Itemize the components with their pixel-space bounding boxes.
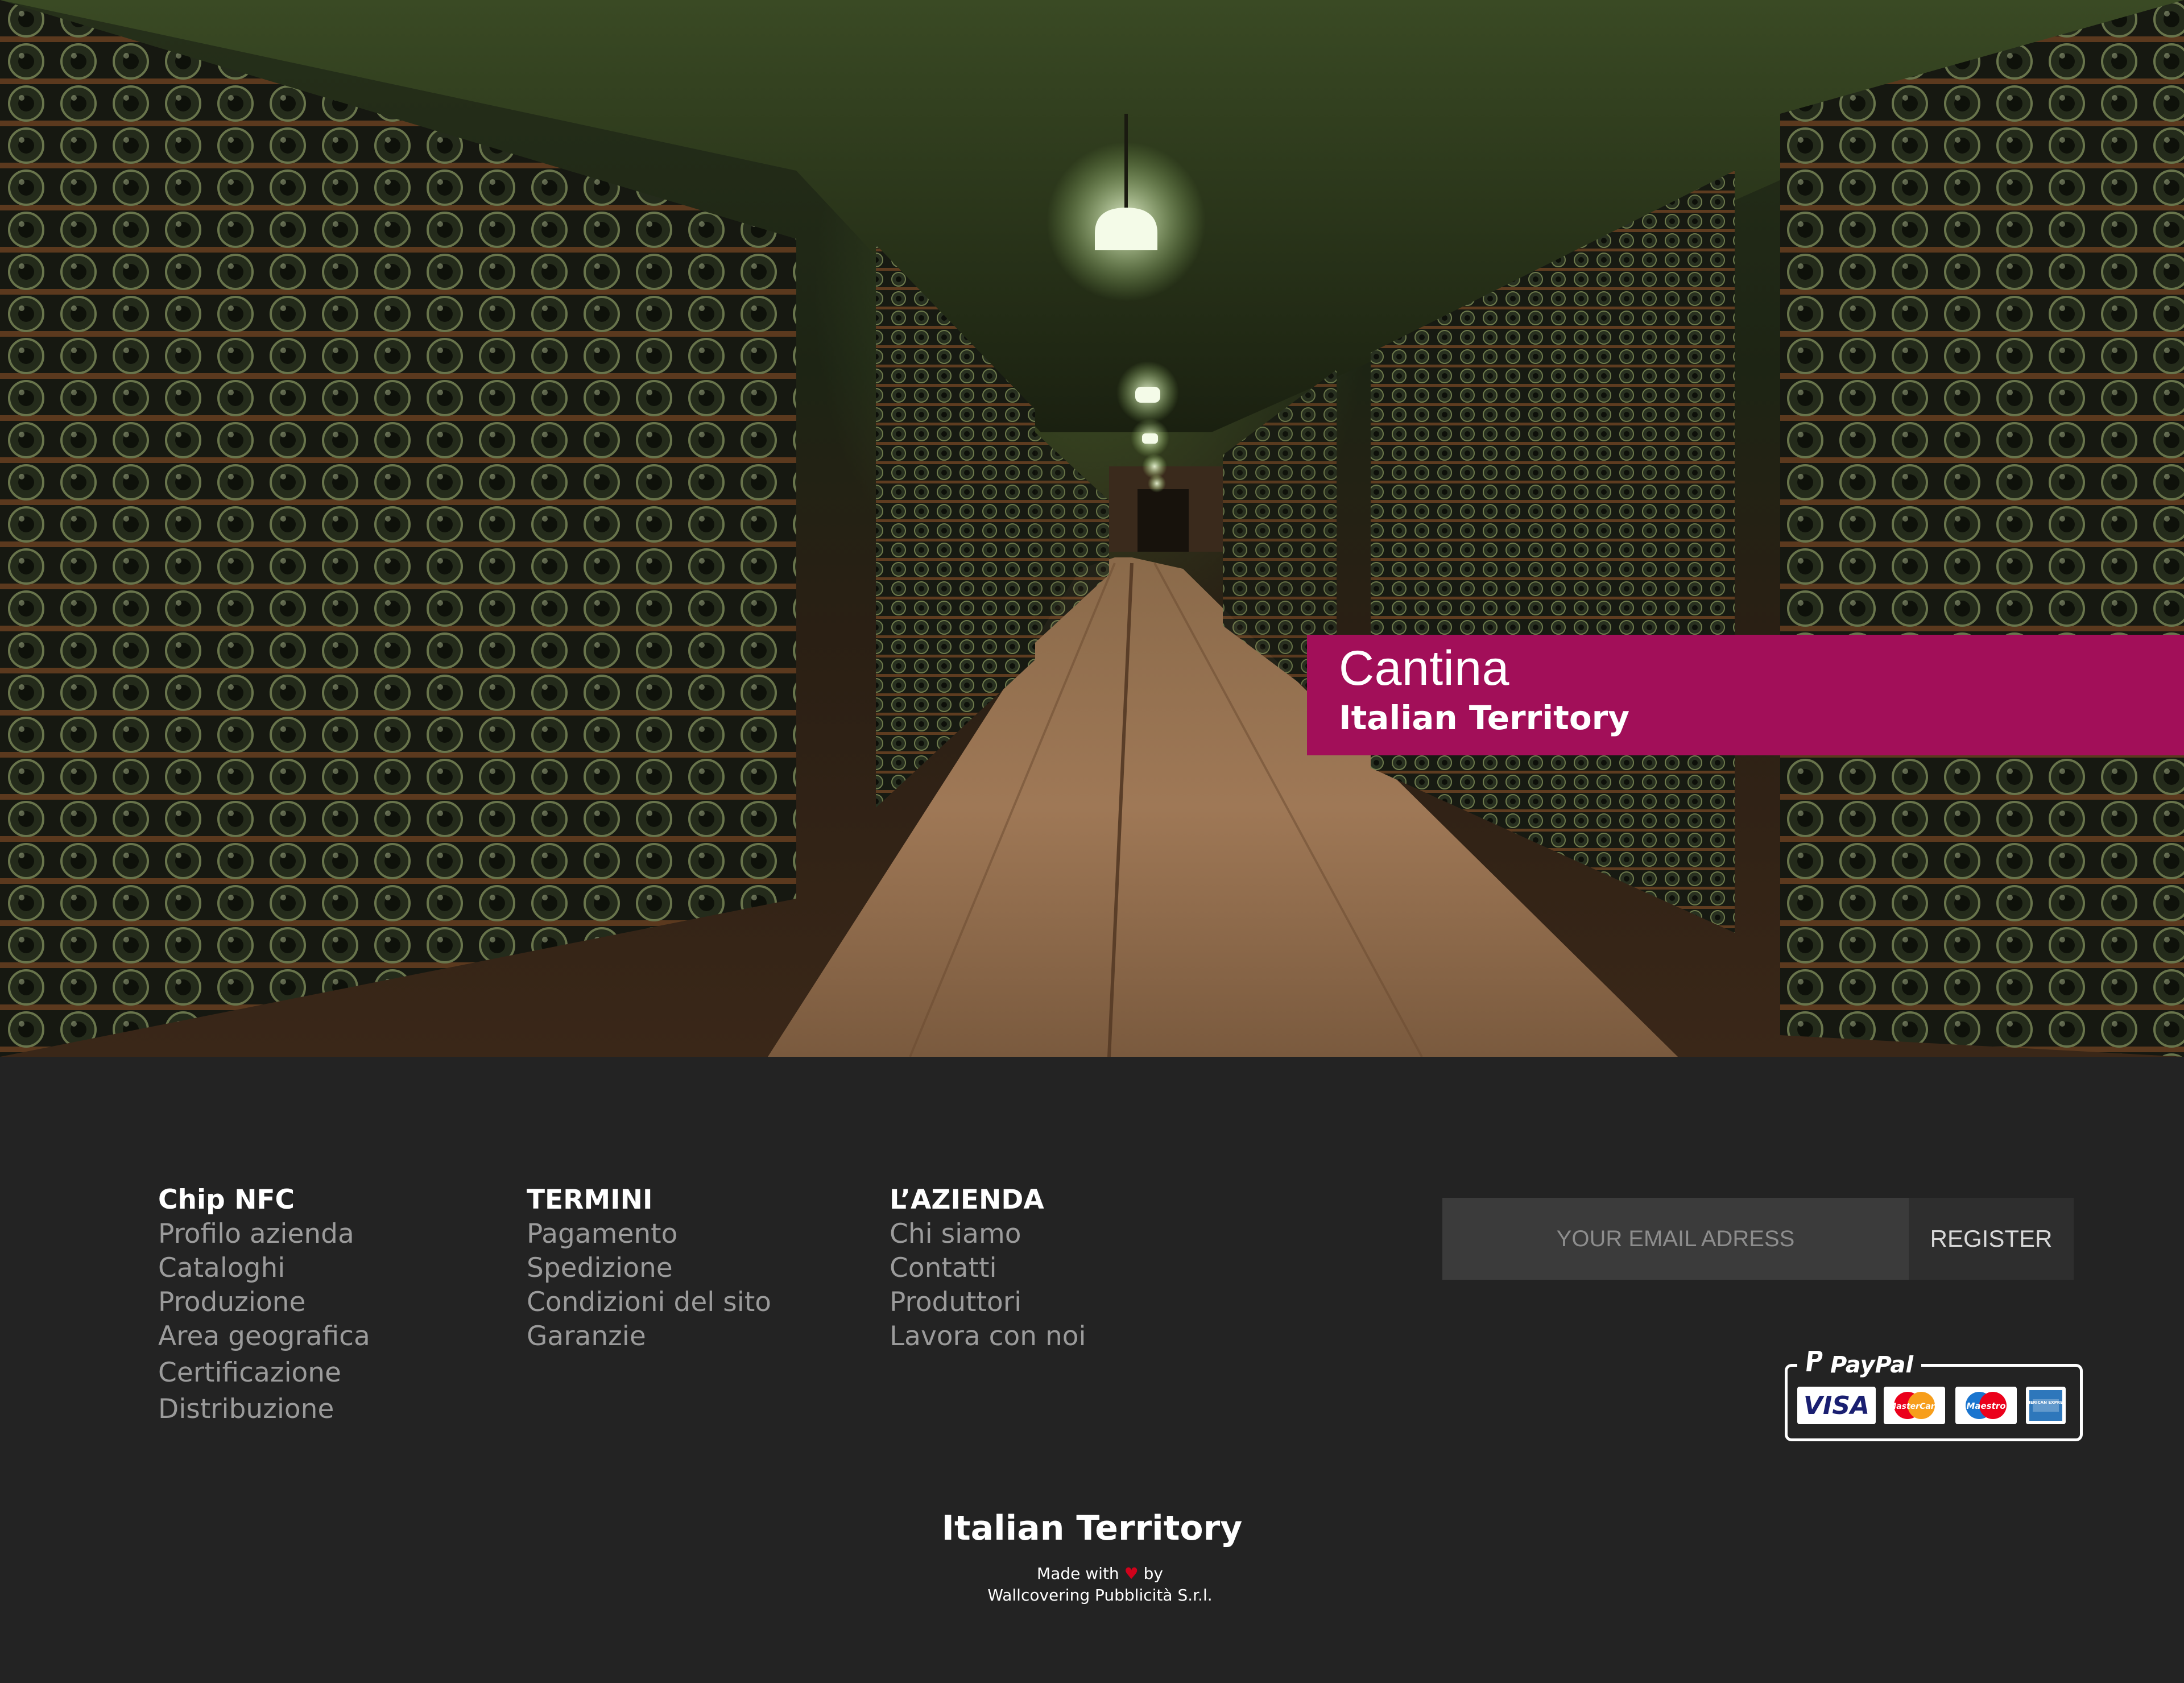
footer-link-cataloghi[interactable]: Cataloghi xyxy=(158,1251,370,1285)
footer-link-distribuzione[interactable]: Distribuzione xyxy=(158,1392,370,1426)
paypal-logo: PayPal xyxy=(1797,1349,1922,1381)
footer-link-profilo-azienda[interactable]: Profilo azienda xyxy=(158,1217,370,1251)
register-button[interactable]: REGISTER xyxy=(1909,1198,2074,1280)
amex-logo: AMERICAN EXPRESS xyxy=(2028,1390,2063,1421)
footer-link-lavora-con-noi[interactable]: Lavora con noi xyxy=(890,1320,1086,1354)
maestro-text: Maestro xyxy=(1966,1401,2005,1411)
paypal-icon xyxy=(1805,1349,1825,1381)
wine-cellar-illustration xyxy=(0,0,2184,1057)
credit-company[interactable]: Wallcovering Pubblicità S.r.l. xyxy=(0,1585,2184,1606)
heart-icon: ♥ xyxy=(1124,1564,1139,1583)
footer-link-area-geografica[interactable]: Area geografica xyxy=(158,1320,370,1354)
footer-link-chi-siamo[interactable]: Chi siamo xyxy=(890,1217,1086,1251)
paypal-label-text: PayPal xyxy=(1830,1352,1914,1378)
made-with-suffix: by xyxy=(1143,1564,1163,1583)
footer-link-spedizione[interactable]: Spedizione xyxy=(527,1251,771,1285)
maestro-logo: Maestro xyxy=(1966,1392,2007,1419)
mastercard-logo: MasterCard xyxy=(1888,1392,1941,1419)
footer-link-produttori[interactable]: Produttori xyxy=(890,1285,1086,1320)
amex-text: AMERICAN EXPRESS xyxy=(2028,1400,2063,1405)
footer-link-contatti[interactable]: Contatti xyxy=(890,1251,1086,1285)
hero-banner: Cantina Italian Territory xyxy=(1307,635,2184,755)
banner-title: Cantina xyxy=(1339,641,1509,696)
maestro-card-icon: Maestro xyxy=(1955,1387,2017,1424)
mastercard-text: MasterCard xyxy=(1888,1402,1941,1411)
made-with-credit: Made with ♥ by Wallcovering Pubblicità S… xyxy=(0,1563,2184,1606)
footer-column-chip-nfc: Chip NFC Profilo azienda Cataloghi Produ… xyxy=(158,1183,370,1426)
hero-image: Cantina Italian Territory xyxy=(0,0,2184,1057)
amex-card-icon: AMERICAN EXPRESS xyxy=(2026,1387,2066,1424)
footer-link-condizioni-del-sito[interactable]: Condizioni del sito xyxy=(527,1285,771,1320)
footer-link-garanzie[interactable]: Garanzie xyxy=(527,1320,771,1354)
mastercard-card-icon: MasterCard xyxy=(1884,1387,1945,1424)
footer-link-produzione[interactable]: Produzione xyxy=(158,1285,370,1320)
footer-heading: L’AZIENDA xyxy=(890,1184,1044,1215)
footer-link-pagamento[interactable]: Pagamento xyxy=(527,1217,771,1251)
made-with-prefix: Made with xyxy=(1037,1564,1119,1583)
visa-card-icon: VISA xyxy=(1797,1387,1876,1424)
footer-column-termini: TERMINI Pagamento Spedizione Condizioni … xyxy=(527,1183,771,1354)
footer-column-azienda: L’AZIENDA Chi siamo Contatti Produttori … xyxy=(890,1183,1086,1354)
footer-heading: Chip NFC xyxy=(158,1184,295,1215)
footer-heading: TERMINI xyxy=(527,1184,653,1215)
newsletter-email-input[interactable] xyxy=(1442,1198,1909,1280)
banner-subtitle: Italian Territory xyxy=(1339,698,1630,737)
footer-brand: Italian Territory xyxy=(941,1508,1243,1548)
footer-link-certificazione[interactable]: Certificazione xyxy=(158,1356,370,1390)
